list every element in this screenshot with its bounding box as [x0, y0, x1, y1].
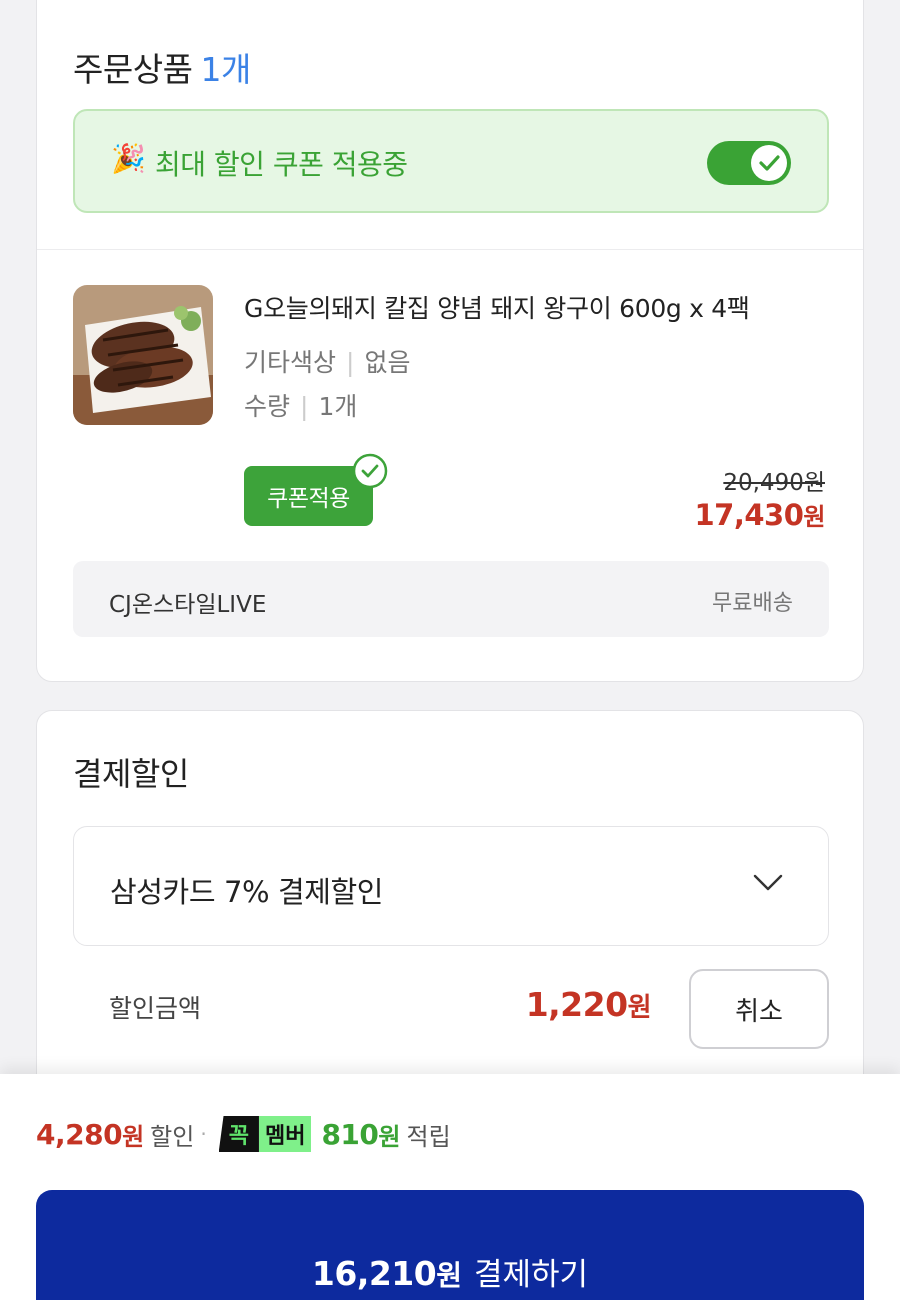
- shipping-info: 무료배송: [712, 591, 793, 616]
- order-products-card: 주문상품 1개 🎉 최대 할인 쿠폰 적용중 G오늘의돼지 칼집 양념 돼지 왕구…: [36, 0, 864, 682]
- total-discount-unit: 원: [122, 1122, 145, 1151]
- option-separator: |: [346, 348, 355, 377]
- seller-name: CJ온스타일LIVE: [109, 592, 267, 618]
- option-value: 1개: [318, 392, 358, 421]
- max-coupon-text: 최대 할인 쿠폰 적용중: [155, 148, 408, 181]
- total-discount-label: 할인: [150, 1122, 195, 1151]
- pay-amount-unit: 원: [436, 1258, 462, 1292]
- payment-discount-title: 결제할인: [73, 755, 189, 793]
- discount-amount-unit: 원: [627, 993, 652, 1023]
- reward-points-unit: 원: [378, 1122, 401, 1151]
- divider: [37, 249, 863, 250]
- grilled-pork-image-icon: [73, 285, 213, 425]
- pay-amount: 16,210: [311, 1253, 437, 1293]
- benefit-summary: 4,280 원 할인 · 꼭 멤버 810 원 적립: [36, 1114, 451, 1154]
- original-price: 20,490원: [723, 470, 825, 496]
- product-thumbnail[interactable]: [73, 285, 213, 425]
- sale-price: 17,430원: [694, 497, 825, 532]
- reward-points-label: 적립: [406, 1122, 451, 1151]
- separator-dot: ·: [200, 1122, 207, 1146]
- chevron-down-icon: [753, 874, 783, 891]
- total-discount-amount: 4,280: [36, 1117, 123, 1151]
- product-option-quantity: 수량 | 1개: [244, 387, 357, 423]
- discount-amount: 1,220원: [525, 985, 652, 1024]
- seller-info: CJ온스타일LIVE 무료배송: [73, 561, 829, 637]
- toggle-knob: [751, 145, 787, 181]
- checkout-bar: 4,280 원 할인 · 꼭 멤버 810 원 적립 16,210원 결제하기: [0, 1074, 900, 1300]
- member-badge: 꼭 멤버: [218, 1116, 312, 1152]
- option-label: 수량: [244, 392, 291, 421]
- product-name[interactable]: G오늘의돼지 칼집 양념 돼지 왕구이 600g x 4팩: [244, 289, 750, 325]
- pay-button[interactable]: 16,210원 결제하기: [36, 1190, 864, 1300]
- order-products-title: 주문상품 1개: [73, 43, 251, 91]
- cancel-discount-button[interactable]: 취소: [689, 969, 829, 1049]
- payment-discount-card: 결제할인 삼성카드 7% 결제할인 할인금액 1,220원 취소: [36, 710, 864, 1130]
- selected-discount: 삼성카드 7% 결제할인: [110, 875, 384, 909]
- option-label: 기타색상: [244, 348, 337, 377]
- card-discount-select[interactable]: 삼성카드 7% 결제할인: [73, 826, 829, 946]
- party-popper-icon: 🎉: [111, 142, 146, 175]
- product-option-color: 기타색상 | 없음: [244, 343, 410, 379]
- member-badge-prefix: 꼭: [218, 1116, 259, 1152]
- order-products-count: 1개: [200, 50, 251, 89]
- order-products-label: 주문상품: [73, 50, 193, 89]
- member-badge-label: 멤버: [258, 1116, 312, 1152]
- check-circle-icon: [352, 453, 388, 489]
- discount-amount-value: 1,220: [525, 985, 628, 1024]
- sale-price-amount: 17,430: [694, 498, 804, 532]
- pay-action-label: 결제하기: [474, 1256, 589, 1293]
- coupon-toggle[interactable]: [707, 141, 791, 185]
- max-coupon-banner: 🎉 최대 할인 쿠폰 적용중: [73, 109, 829, 213]
- reward-points-amount: 810: [321, 1117, 379, 1151]
- sale-price-unit: 원: [803, 503, 825, 531]
- option-separator: |: [300, 392, 309, 421]
- option-value: 없음: [364, 348, 411, 377]
- discount-amount-label: 할인금액: [109, 994, 202, 1023]
- check-icon: [759, 155, 780, 171]
